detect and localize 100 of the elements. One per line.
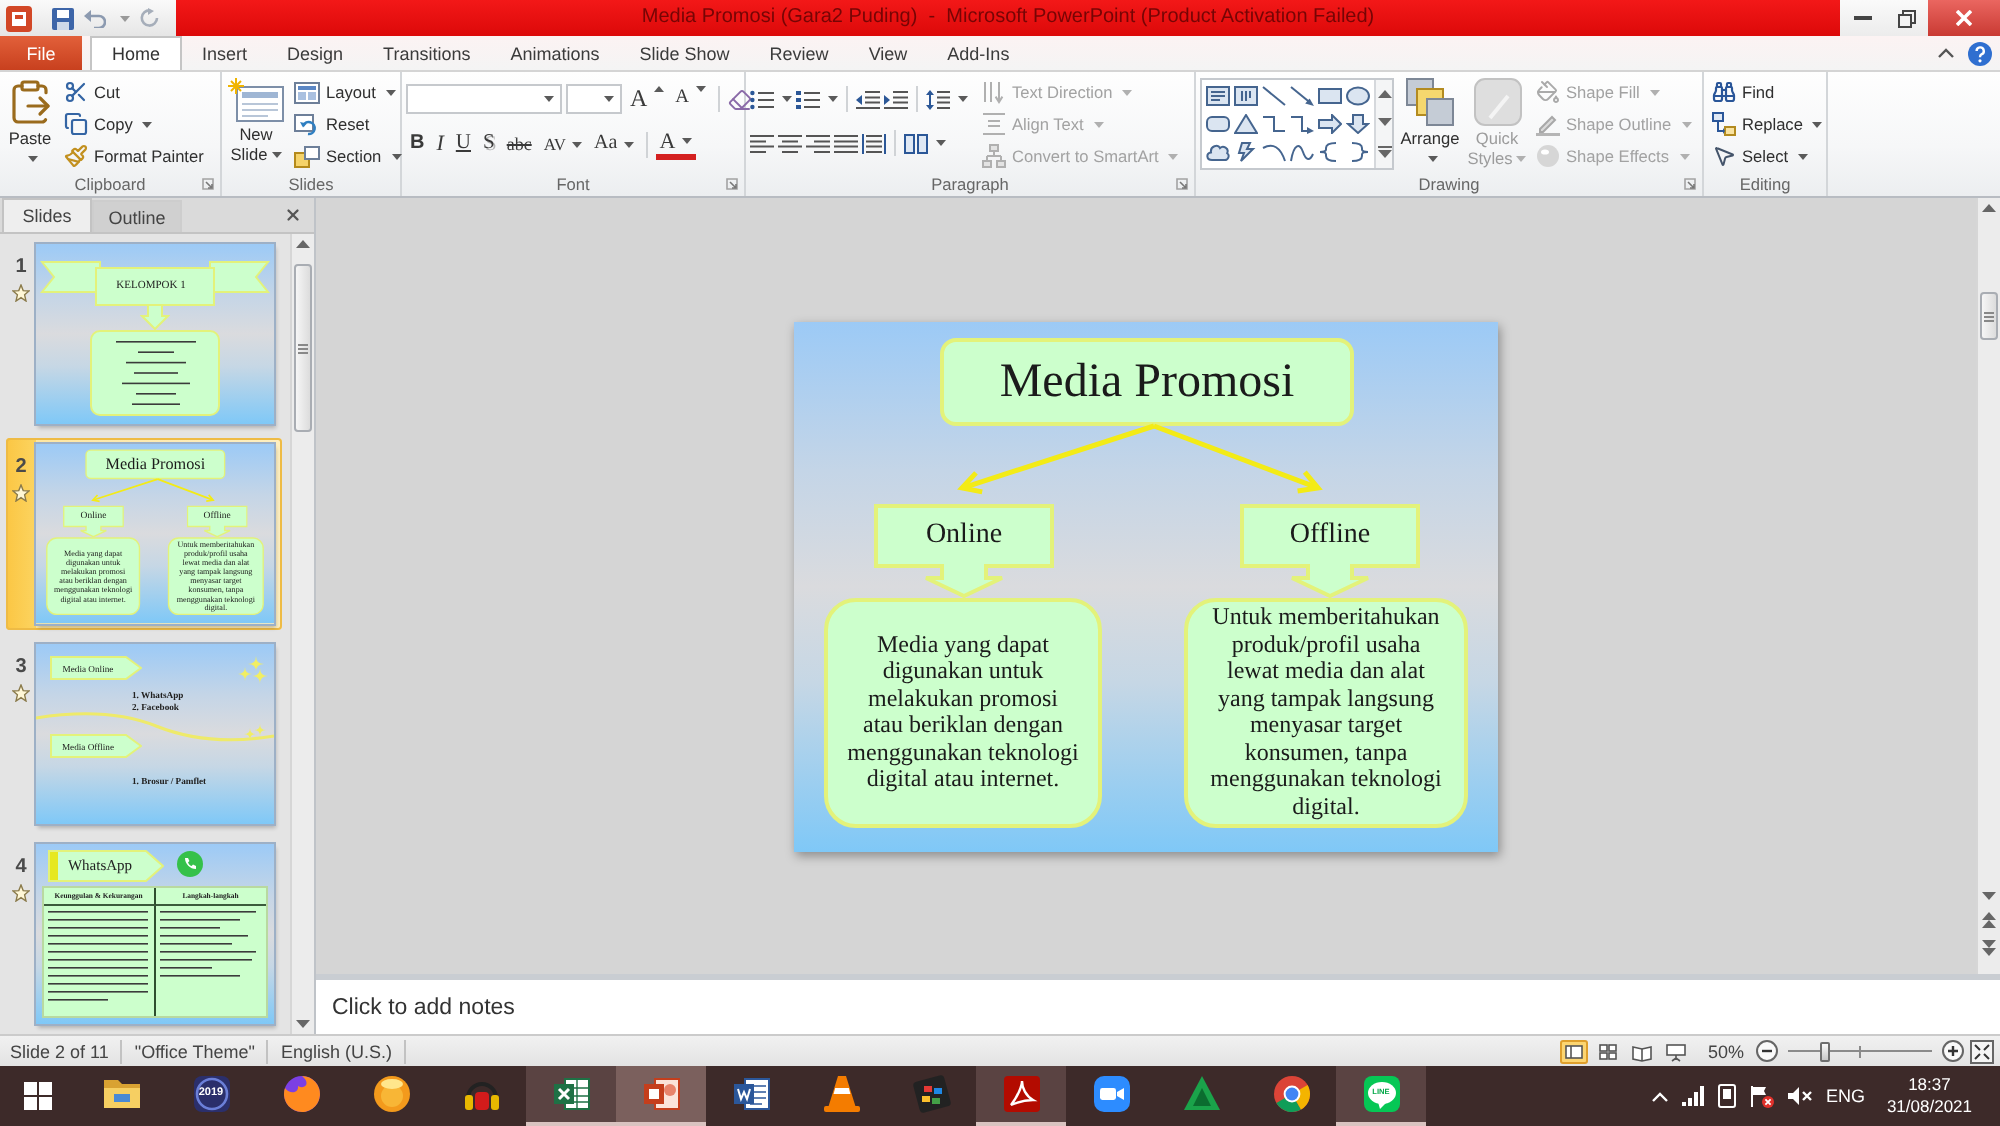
scrollbar-thumb[interactable]	[294, 264, 312, 432]
scrollbar-thumb[interactable]	[1980, 292, 1998, 340]
previous-slide-icon[interactable]	[1982, 912, 1996, 928]
left-brace-icon[interactable]	[1318, 142, 1342, 162]
scroll-up-icon[interactable]	[1377, 90, 1391, 98]
new-slide-button[interactable]: New Slide	[226, 76, 286, 164]
more-shapes-icon[interactable]	[1377, 146, 1391, 158]
rectangle-icon[interactable]	[1318, 86, 1342, 106]
triangle-icon[interactable]	[1234, 114, 1258, 134]
scroll-down-icon[interactable]	[1377, 118, 1391, 126]
font-name-field[interactable]	[406, 84, 562, 114]
zoom-out-icon[interactable]	[1756, 1040, 1778, 1062]
zoom-thumb[interactable]	[1819, 1041, 1829, 1061]
section-button[interactable]: Section	[290, 140, 406, 172]
elbow-arrow-icon[interactable]	[1290, 114, 1314, 134]
start-icon[interactable]	[24, 1082, 52, 1110]
fit-to-window-icon[interactable]	[1970, 1039, 1994, 1063]
scroll-up-icon[interactable]	[296, 240, 310, 248]
text-box-icon[interactable]	[1206, 86, 1230, 106]
shadow-button[interactable]: S	[479, 130, 499, 158]
shrink-font-button[interactable]: A	[671, 85, 710, 113]
oval-icon[interactable]	[1346, 86, 1370, 106]
arc-icon[interactable]	[1262, 142, 1286, 162]
clock-date[interactable]: 31/08/2021	[1886, 1096, 1972, 1118]
line-spacing-icon[interactable]	[926, 89, 950, 109]
bold-button[interactable]: B	[406, 130, 429, 158]
next-slide-icon[interactable]	[1982, 940, 1996, 956]
arrow-line-icon[interactable]	[1290, 86, 1314, 106]
minimize-icon[interactable]	[1853, 16, 1871, 20]
vertical-text-box-icon[interactable]	[1234, 86, 1258, 106]
device-icon[interactable]	[1717, 1084, 1736, 1108]
notes-field[interactable]: Click to add notes	[332, 991, 2000, 1023]
normal-view-icon[interactable]	[1559, 1039, 1588, 1063]
chevron-up-icon[interactable]	[1651, 1091, 1668, 1101]
arrange-button[interactable]: Arrange	[1398, 76, 1462, 168]
columns-icon[interactable]	[904, 133, 928, 153]
paste-button[interactable]: Paste	[4, 76, 56, 168]
replace-button[interactable]: Replace	[1708, 108, 1827, 140]
eraser-icon[interactable]	[727, 87, 752, 111]
language-status[interactable]: English (U.S.)	[280, 1039, 392, 1063]
slide-sorter-icon[interactable]	[1593, 1039, 1622, 1063]
italic-button[interactable]: I	[432, 130, 448, 158]
cut-button[interactable]: Cut	[60, 76, 208, 108]
case-button[interactable]: Aa	[590, 130, 638, 158]
cloud-icon[interactable]	[1206, 142, 1230, 162]
slideshow-icon[interactable]	[1661, 1039, 1690, 1063]
numbered-list-icon[interactable]	[796, 89, 820, 109]
scroll-down-icon[interactable]	[1982, 892, 1996, 900]
collapse-ribbon-icon[interactable]	[1938, 48, 1954, 58]
clock-time[interactable]: 18:37	[1908, 1074, 1951, 1096]
down-arrow-icon[interactable]	[1346, 114, 1370, 134]
align-center-icon[interactable]	[778, 133, 802, 153]
ribbon-tab[interactable]: Review	[749, 38, 849, 70]
reset-button[interactable]: Reset	[290, 108, 406, 140]
taskbar-button[interactable]	[976, 1066, 1066, 1126]
thumbnail-item[interactable]	[6, 438, 282, 630]
dialog-launcher-icon[interactable]	[726, 177, 738, 189]
close-button[interactable]	[1928, 0, 2000, 36]
lightning-icon[interactable]	[1234, 142, 1258, 162]
panel-tab[interactable]: Slides	[2, 198, 92, 232]
right-arrow-icon[interactable]	[1318, 114, 1342, 134]
underline-button[interactable]: U	[451, 130, 475, 158]
strike-button[interactable]: abc	[502, 130, 536, 158]
format-painter-button[interactable]: Format Painter	[60, 140, 208, 172]
increase-indent-icon[interactable]	[884, 89, 908, 109]
distribute-icon[interactable]	[862, 133, 886, 153]
speaker-muted-icon[interactable]	[1787, 1086, 1812, 1106]
copy-button[interactable]: Copy	[60, 108, 208, 140]
input-language[interactable]: ENG	[1825, 1085, 1865, 1107]
color-button[interactable]: A	[655, 128, 696, 160]
dialog-launcher-icon[interactable]	[1684, 177, 1696, 189]
justify-icon[interactable]	[834, 133, 858, 153]
close-icon[interactable]	[284, 206, 302, 224]
zoom-level[interactable]: 50%	[1695, 1039, 1750, 1063]
grow-font-button[interactable]: A	[626, 85, 668, 113]
app-logo-icon[interactable]	[6, 5, 32, 31]
ribbon-tab[interactable]: Design	[267, 38, 364, 70]
align-right-icon[interactable]	[806, 133, 830, 153]
decrease-indent-icon[interactable]	[856, 89, 880, 109]
scroll-down-icon[interactable]	[296, 1020, 310, 1028]
dialog-launcher-icon[interactable]	[202, 177, 214, 189]
spacing-button[interactable]: AV	[539, 130, 587, 158]
bullets-icon[interactable]	[750, 89, 774, 109]
elbow-connector-icon[interactable]	[1262, 114, 1286, 134]
select-button[interactable]: Select	[1708, 140, 1827, 172]
dialog-launcher-icon[interactable]	[1176, 177, 1188, 189]
ribbon-tab[interactable]: View	[848, 38, 928, 70]
file-menu-button[interactable]: File	[0, 36, 82, 70]
save-icon[interactable]	[52, 7, 74, 29]
flag-icon[interactable]	[1749, 1084, 1774, 1108]
curve-icon[interactable]	[1290, 142, 1314, 162]
align-left-icon[interactable]	[750, 133, 774, 153]
layout-button[interactable]: Layout	[290, 76, 406, 108]
undo-icon[interactable]	[84, 8, 106, 28]
ribbon-tab[interactable]: Slide Show	[619, 38, 750, 70]
signal-icon[interactable]	[1681, 1086, 1704, 1106]
rounded-rectangle-icon[interactable]	[1206, 114, 1230, 134]
right-brace-icon[interactable]	[1346, 142, 1370, 162]
line-icon[interactable]	[1262, 86, 1286, 106]
ribbon-tab[interactable]: Add-Ins	[927, 38, 1030, 70]
